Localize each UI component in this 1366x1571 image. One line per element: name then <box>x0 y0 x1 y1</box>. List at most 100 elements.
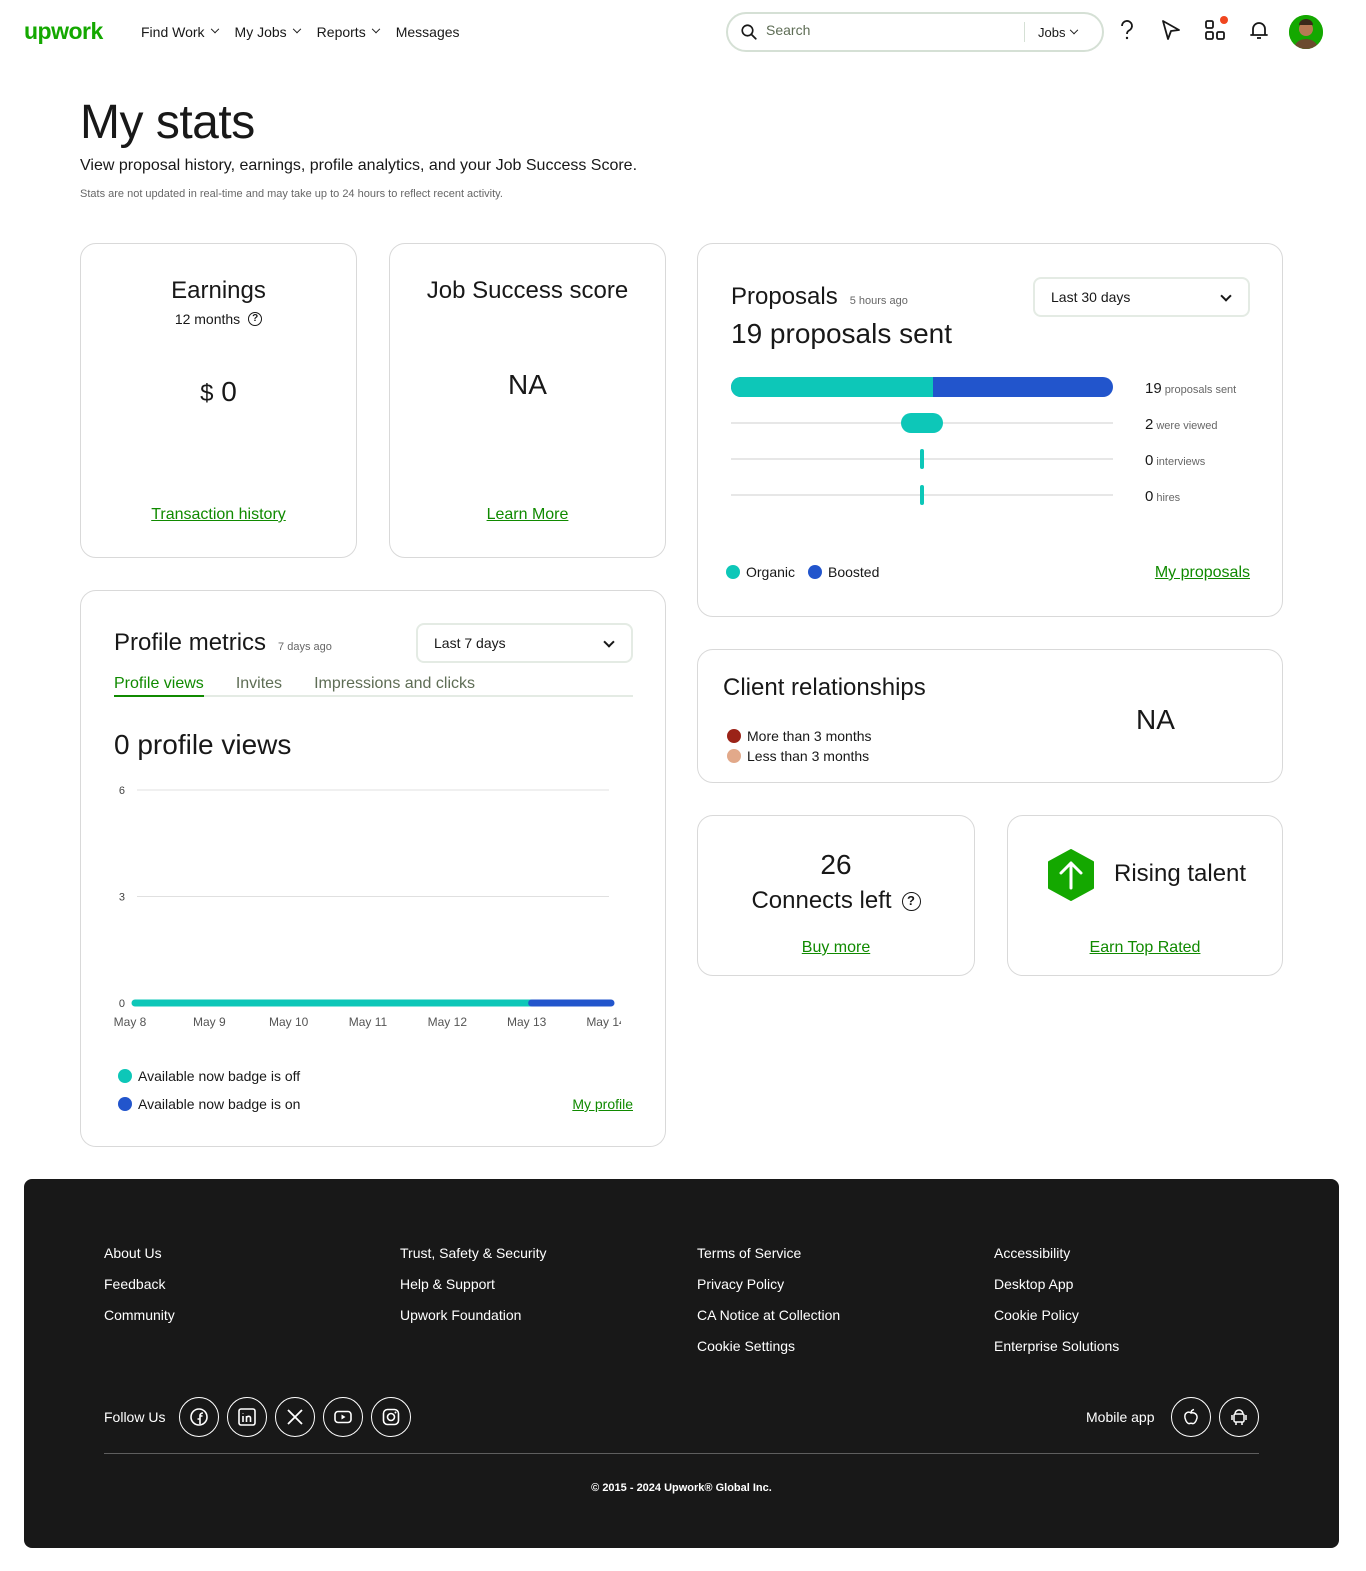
proposals-range-select[interactable]: Last 30 days <box>1033 277 1250 317</box>
my-proposals-link[interactable]: My proposals <box>1155 564 1250 582</box>
footer-col-4: Accessibility Desktop App Cookie Policy … <box>994 1245 1119 1369</box>
x-tick-label: May 10 <box>269 1015 309 1029</box>
help-circle-icon[interactable]: ? <box>901 891 921 911</box>
apple-icon[interactable] <box>1171 1397 1211 1437</box>
connects-card: 26 Connects left? Buy more <box>697 815 975 976</box>
nav-find-work[interactable]: Find Work <box>141 24 219 40</box>
chevron-down-icon <box>371 24 380 34</box>
send-icon[interactable] <box>1159 18 1183 42</box>
y-tick-label: 3 <box>119 892 125 904</box>
help-icon[interactable] <box>1115 18 1139 42</box>
apps-icon[interactable] <box>1203 16 1228 42</box>
linkedin-icon[interactable] <box>227 1397 267 1437</box>
funnel-label-interviews: 0 interviews <box>1145 452 1205 469</box>
footer-link[interactable]: Feedback <box>104 1276 175 1294</box>
chevron-down-icon <box>1070 25 1079 34</box>
footer-link[interactable]: About Us <box>104 1245 175 1263</box>
tab-profile-views[interactable]: Profile views <box>114 675 204 697</box>
nav-my-jobs[interactable]: My Jobs <box>234 24 301 40</box>
transaction-history-link[interactable]: Transaction history <box>151 506 286 523</box>
mobile-app-label: Mobile app <box>1086 1409 1155 1425</box>
earn-top-rated-link[interactable]: Earn Top Rated <box>1090 939 1201 956</box>
rising-talent-card: Rising talent Earn Top Rated <box>1007 815 1283 976</box>
search-scope-select[interactable]: Jobs <box>1038 25 1079 40</box>
nav-my-jobs-label: My Jobs <box>234 24 287 40</box>
footer-link[interactable]: Community <box>104 1307 175 1325</box>
nav-reports-label: Reports <box>316 24 366 40</box>
buy-more-link-wrap: Buy more <box>698 939 974 957</box>
profile-views-chart: 0 3 6 May 8 May 9 May 10 May 11 May 12 May 13 May… <box>114 785 621 1029</box>
facebook-icon[interactable] <box>179 1397 219 1437</box>
earnings-title: Earnings <box>171 277 266 304</box>
job-success-title: Job Success score <box>426 277 629 304</box>
legend-boosted: Boosted <box>808 564 879 580</box>
tab-invites[interactable]: Invites <box>236 675 282 695</box>
x-tick-label: May 14 <box>586 1015 621 1029</box>
nav-messages[interactable]: Messages <box>396 24 460 40</box>
instagram-icon[interactable] <box>371 1397 411 1437</box>
profile-metrics-range-label: Last 7 days <box>434 635 506 651</box>
page-title: My stats <box>80 96 255 149</box>
upwork-logo[interactable]: upwork <box>24 18 103 45</box>
avatar[interactable] <box>1289 15 1323 49</box>
nav-links: Find Work My Jobs Reports Messages <box>141 24 477 40</box>
footer-link[interactable]: Upwork Foundation <box>400 1307 547 1325</box>
earnings-period-label: 12 months <box>174 311 241 327</box>
chevron-down-icon <box>1220 290 1232 302</box>
profile-metrics-range-select[interactable]: Last 7 days <box>416 623 633 663</box>
funnel-label-viewed: 2 were viewed <box>1145 416 1217 433</box>
footer-link[interactable]: Cookie Policy <box>994 1307 1119 1325</box>
help-circle-icon[interactable]: ? <box>248 312 263 326</box>
footer-col-1: About Us Feedback Community <box>104 1245 175 1338</box>
buy-more-link[interactable]: Buy more <box>802 939 870 956</box>
funnel-row-viewed <box>731 413 1113 433</box>
youtube-icon[interactable] <box>323 1397 363 1437</box>
x-tick-label: May 11 <box>349 1015 388 1029</box>
y-tick-label: 0 <box>119 998 125 1010</box>
funnel-label-text: hires <box>1156 492 1181 504</box>
app-links <box>1171 1397 1259 1437</box>
search-scope-label: Jobs <box>1038 25 1066 40</box>
footer-link[interactable]: Trust, Safety & Security <box>400 1245 547 1263</box>
client-relationships-title: Client relationships <box>723 674 926 701</box>
footer-link[interactable]: Cookie Settings <box>697 1338 840 1356</box>
footer-link[interactable]: CA Notice at Collection <box>697 1307 840 1325</box>
x-tick-label: May 12 <box>428 1015 468 1029</box>
footer-link[interactable]: Terms of Service <box>697 1245 840 1263</box>
nav-reports[interactable]: Reports <box>316 24 380 40</box>
rising-talent-label: Rising talent <box>1114 860 1247 887</box>
my-profile-link[interactable]: My profile <box>572 1096 633 1112</box>
footer-link[interactable]: Accessibility <box>994 1245 1119 1263</box>
search-divider <box>1024 22 1025 42</box>
funnel-label-text: proposals sent <box>1164 384 1237 396</box>
tab-impressions-and-clicks[interactable]: Impressions and clicks <box>314 675 475 695</box>
legend-badge-off: Available now badge is off <box>118 1068 300 1084</box>
nav-messages-label: Messages <box>395 24 460 40</box>
earn-top-rated-link-wrap: Earn Top Rated <box>1008 939 1282 957</box>
copyright: © 2015 - 2024 Upwork® Global Inc. <box>591 1482 772 1494</box>
top-nav: upwork Find Work My Jobs Reports Message… <box>0 0 1366 64</box>
funnel-bar-hires <box>920 485 924 505</box>
profile-metrics-updated: 7 days ago <box>278 641 332 653</box>
earnings-value: $ 0 <box>81 376 356 408</box>
footer-link[interactable]: Desktop App <box>994 1276 1119 1294</box>
funnel-row-interviews <box>731 449 1113 469</box>
nav-find-work-label: Find Work <box>141 24 205 40</box>
android-icon[interactable] <box>1219 1397 1259 1437</box>
footer: About Us Feedback Community Trust, Safet… <box>24 1179 1339 1548</box>
proposals-title: Proposals 5 hours ago <box>731 283 908 311</box>
notification-dot <box>1220 16 1228 24</box>
follow-us-label: Follow Us <box>104 1409 166 1425</box>
legend-less-than-3-months: Less than 3 months <box>727 748 869 764</box>
proposals-card: Proposals 5 hours ago 19 proposals sent L… <box>697 243 1283 617</box>
footer-link[interactable]: Enterprise Solutions <box>994 1338 1119 1356</box>
x-icon[interactable] <box>275 1397 315 1437</box>
footer-link[interactable]: Help & Support <box>400 1276 547 1294</box>
footer-link[interactable]: Privacy Policy <box>697 1276 840 1294</box>
bell-icon[interactable] <box>1247 18 1271 42</box>
footer-col-3: Terms of Service Privacy Policy CA Notic… <box>697 1245 840 1369</box>
profile-metrics-card: Profile metrics 7 days ago Last 7 days Pr… <box>80 590 666 1147</box>
earnings-card: Earnings 12 months ? $ 0 Transaction his… <box>80 243 357 558</box>
learn-more-link[interactable]: Learn More <box>487 506 569 523</box>
search-input[interactable] <box>766 22 1006 38</box>
